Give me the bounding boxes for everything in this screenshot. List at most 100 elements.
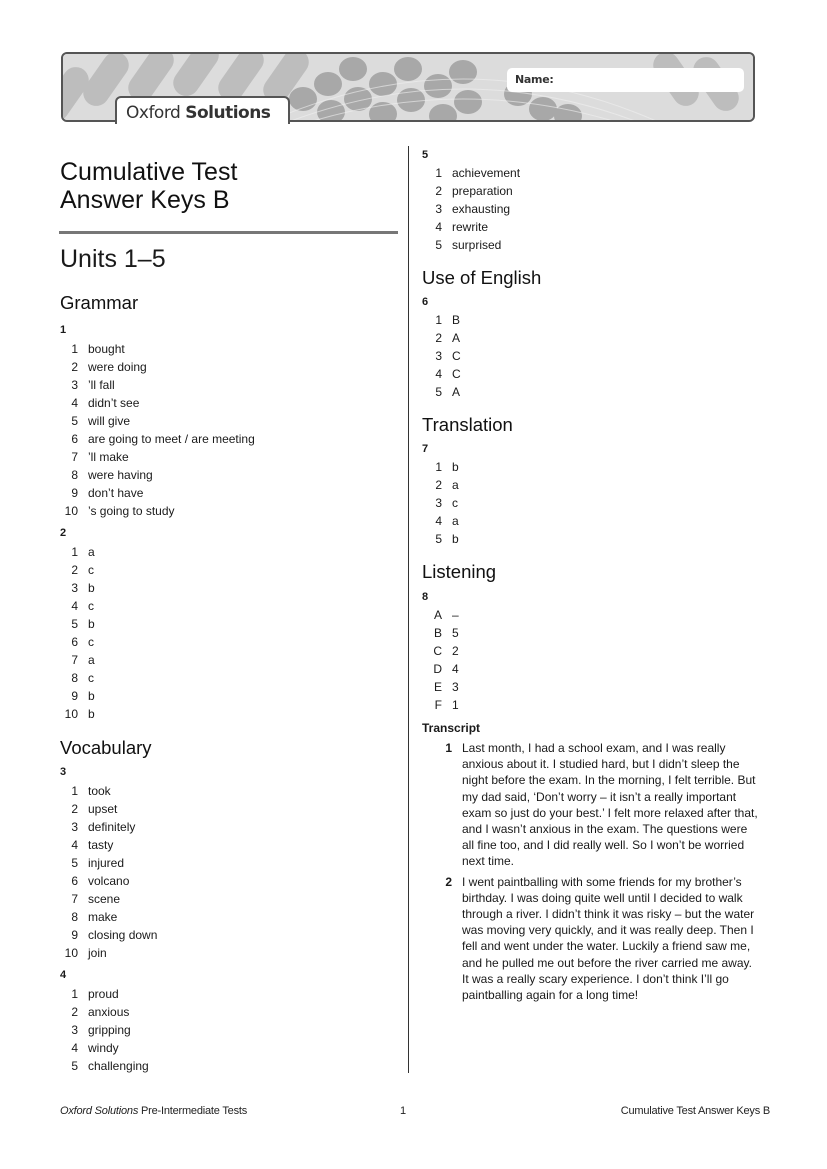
- answer-number: 1: [435, 166, 442, 180]
- answer-number: 5: [435, 385, 442, 399]
- answer-list-ex4: 1 proud 2 anxious 3 gripping 4 windy 5 challengin…: [60, 985, 398, 1075]
- answer-number: 5: [71, 617, 78, 631]
- answer-item: 5 injured: [60, 854, 398, 872]
- answer-value: will give: [88, 414, 131, 428]
- answer-value: proud: [88, 987, 119, 1001]
- answer-value: achievement: [452, 166, 521, 180]
- footer-right: Cumulative Test Answer Keys B: [620, 1105, 770, 1117]
- answer-number: 7: [71, 450, 78, 464]
- answer-item: 1B: [422, 311, 767, 329]
- answer-number: 2: [71, 360, 78, 374]
- answer-number: 6: [71, 635, 78, 649]
- answer-number: 3: [435, 496, 442, 510]
- transcript-item-text: Last month, I had a school exam, and I w…: [462, 741, 758, 869]
- answer-item: D4: [422, 660, 767, 678]
- answer-item: 8c: [60, 669, 398, 687]
- answer-number: D: [433, 662, 442, 676]
- answer-item: 3 exhausting: [422, 200, 767, 218]
- answer-number: 1: [435, 313, 442, 327]
- answer-list-ex8: A – B 5 C 2 D 4 E 3 F 1: [422, 606, 767, 714]
- answer-value: 3: [452, 680, 459, 694]
- answer-value: surprised: [452, 238, 502, 252]
- answer-item: 4a: [422, 512, 767, 530]
- answer-item: F1: [422, 696, 767, 714]
- answer-value: b: [88, 707, 95, 721]
- answer-item: 1 achievement: [422, 164, 767, 182]
- answer-value: scene: [88, 892, 121, 906]
- answer-number: E: [433, 680, 442, 694]
- answer-value: injured: [88, 856, 125, 870]
- answer-value: challenging: [88, 1059, 149, 1073]
- answer-item: 6 are going to meet / are meeting: [60, 430, 398, 448]
- footer-series-title: Oxford Solutions: [60, 1105, 139, 1117]
- answer-value: join: [88, 946, 107, 960]
- answer-list-ex2: 1 a 2 c 3 b 4 c 5 b 6 c 7 a 8 c 9 b 10 b: [60, 543, 398, 723]
- answer-value: were doing: [88, 360, 147, 374]
- answer-item: 9 don’t have: [60, 484, 398, 502]
- answer-number: 4: [435, 514, 442, 528]
- answer-value: anxious: [88, 1005, 130, 1019]
- answer-value: were having: [88, 468, 153, 482]
- name-field[interactable]: Name:: [507, 68, 744, 92]
- answer-number: 10: [64, 946, 78, 960]
- answer-number: 7: [71, 653, 78, 667]
- answer-number: 8: [71, 468, 78, 482]
- footer-left: Oxford Solutions Pre-Intermediate Tests: [60, 1105, 247, 1117]
- left-column: Cumulative Test Answer Keys B Units 1–5 …: [59, 158, 398, 1075]
- answer-value: definitely: [88, 820, 136, 834]
- answer-number: 3: [71, 581, 78, 595]
- answer-item: 1b: [422, 458, 767, 476]
- answer-item: 2 upset: [60, 800, 398, 818]
- answer-value: c: [452, 496, 458, 510]
- answer-value: closing down: [88, 928, 158, 942]
- answer-value: a: [88, 545, 95, 559]
- answer-value: upset: [88, 802, 118, 816]
- title-line-1: Cumulative Test: [60, 158, 238, 186]
- answer-item: 4c: [60, 597, 398, 615]
- answer-number: 7: [71, 892, 78, 906]
- answer-value: ’ll make: [88, 450, 129, 464]
- answer-value: preparation: [452, 184, 513, 198]
- answer-number: 5: [435, 238, 442, 252]
- answer-item: 2c: [60, 561, 398, 579]
- answer-value: –: [452, 608, 459, 622]
- answer-number: 1: [71, 342, 78, 356]
- answer-item: A –: [422, 606, 767, 624]
- units-title: Units 1–5: [60, 245, 166, 273]
- answer-value: bought: [88, 342, 125, 356]
- title-line-2: Answer Keys B: [60, 186, 230, 214]
- name-label: Name:: [515, 73, 554, 86]
- answer-value: c: [88, 671, 94, 685]
- answer-number: 1: [71, 987, 78, 1001]
- exercise-number: 1: [60, 324, 67, 336]
- answer-number: 3: [71, 378, 78, 392]
- transcript-item-number: 1: [445, 741, 452, 755]
- section-title-grammar: Grammar: [60, 292, 139, 313]
- answer-value: c: [88, 563, 94, 577]
- answer-number: 3: [435, 202, 442, 216]
- document-title: Cumulative Test Answer Keys B: [60, 158, 398, 214]
- answer-value: b: [88, 689, 95, 703]
- answer-value: C: [452, 349, 461, 363]
- answer-value: 4: [452, 662, 459, 676]
- answer-item: 1 took: [60, 782, 398, 800]
- answer-item: 10 ’s going to study: [60, 502, 398, 520]
- answer-item: 3 definitely: [60, 818, 398, 836]
- answer-value: A: [452, 385, 461, 399]
- answer-number: 2: [71, 563, 78, 577]
- answer-number: 5: [71, 414, 78, 428]
- answer-number: 4: [71, 599, 78, 613]
- transcript-item-text: I went paintballing with some friends fo…: [462, 874, 755, 1003]
- answer-number: 4: [435, 367, 442, 381]
- answer-value: a: [452, 478, 459, 492]
- answer-value: exhausting: [452, 202, 511, 216]
- answer-value: c: [88, 599, 94, 613]
- answer-item: 10 join: [60, 944, 398, 962]
- answer-item: 7 scene: [60, 890, 398, 908]
- answer-value: a: [88, 653, 95, 667]
- answer-item: 4 windy: [60, 1039, 398, 1057]
- answer-value: A: [452, 331, 461, 345]
- exercise-number: 3: [60, 766, 67, 778]
- answer-item: 5 will give: [60, 412, 398, 430]
- answer-item: 2 anxious: [60, 1003, 398, 1021]
